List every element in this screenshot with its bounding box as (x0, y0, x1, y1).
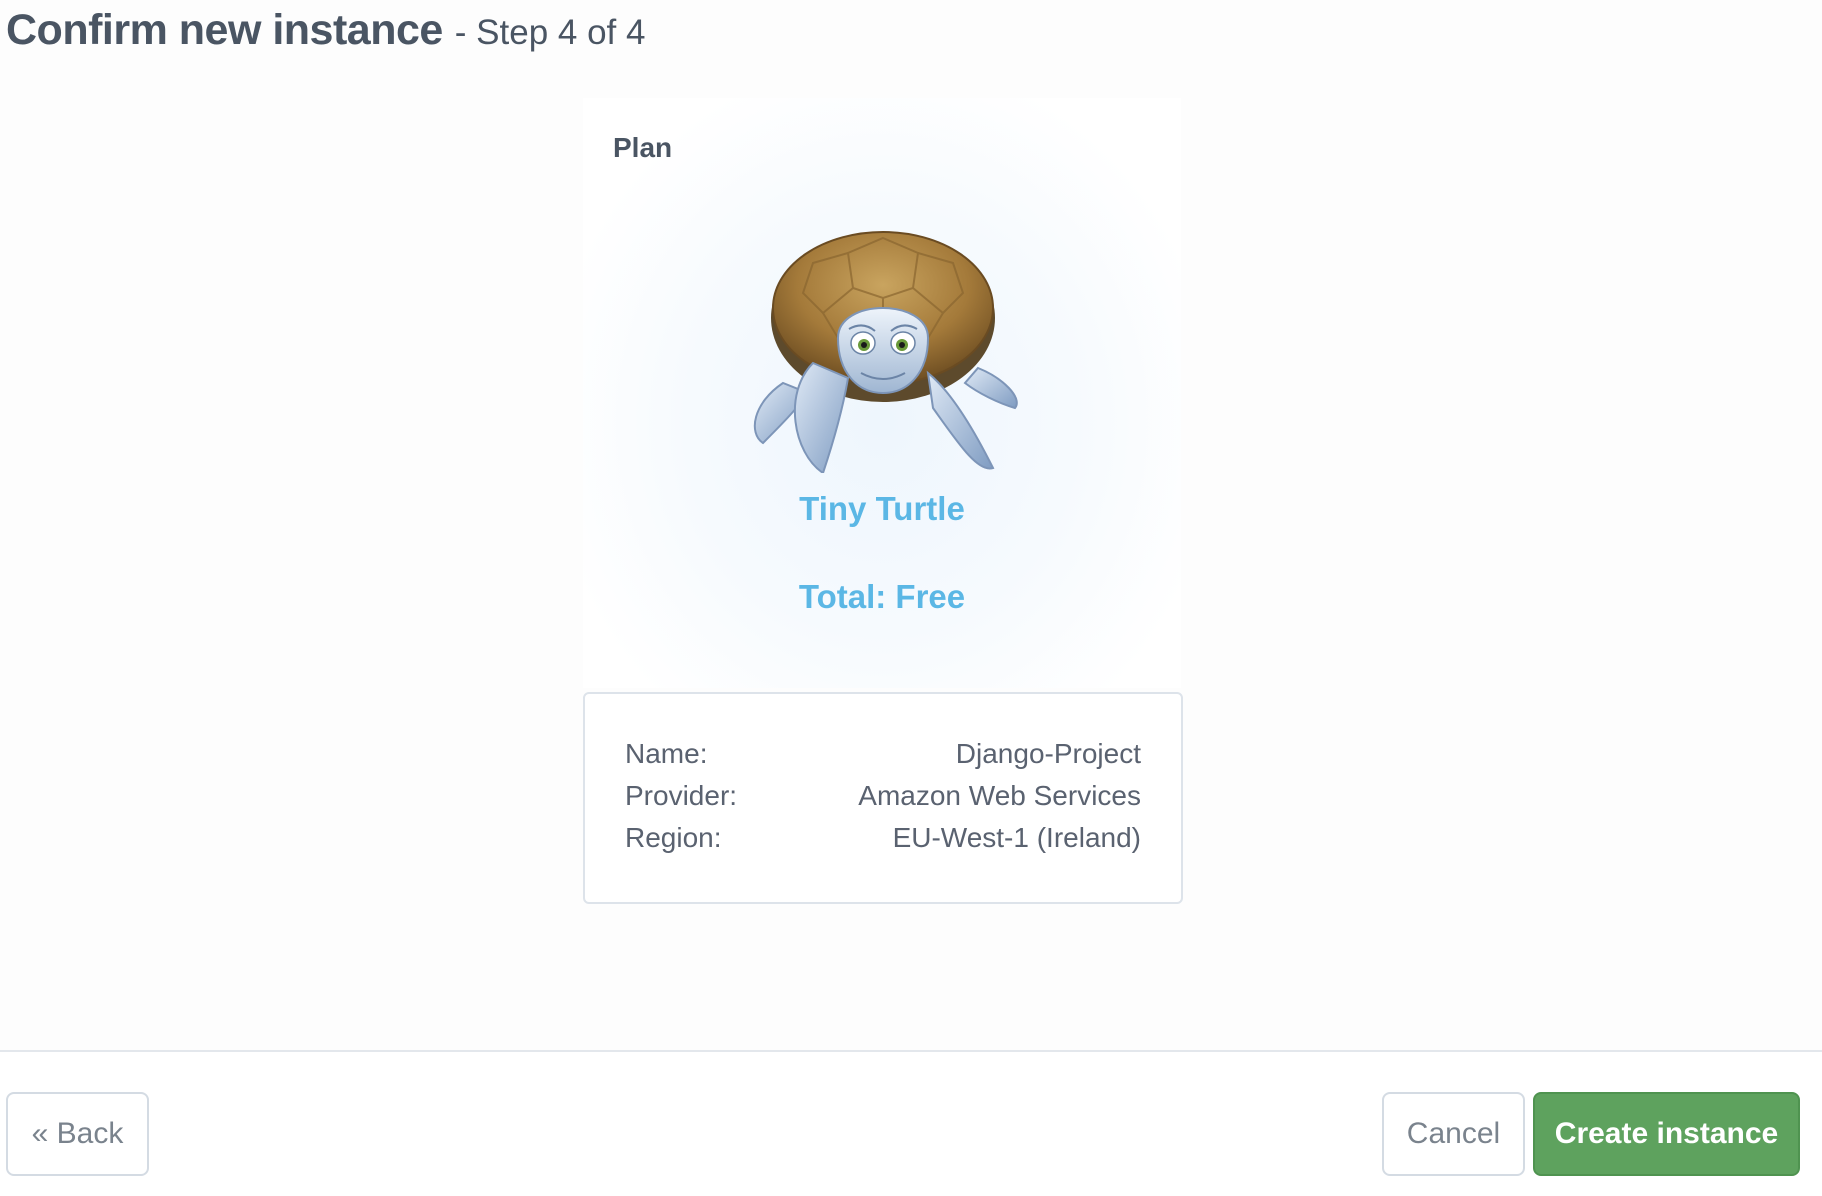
plan-card: Plan Tiny Turtle Total: Free (583, 98, 1181, 688)
detail-label: Region: (625, 822, 722, 853)
detail-label: Provider: (625, 780, 738, 811)
plan-label: Plan (613, 132, 673, 163)
detail-label: Name: (625, 738, 708, 769)
detail-row-region: Region: EU-West-1 (Ireland) (625, 822, 1141, 854)
detail-value: EU-West-1 (Ireland) (892, 822, 1141, 853)
turtle-icon (753, 231, 1018, 475)
detail-value: Django-Project (955, 738, 1141, 769)
detail-row-name: Name: Django-Project (625, 738, 1141, 770)
detail-row-provider: Provider: Amazon Web Services (625, 780, 1141, 812)
cancel-button[interactable]: Cancel (1382, 1092, 1525, 1176)
plan-total: Total: Free (798, 578, 966, 615)
back-button[interactable]: « Back (6, 1092, 149, 1176)
page-title: Confirm new instance (6, 6, 443, 54)
detail-value: Amazon Web Services (858, 780, 1141, 811)
content-area: Confirm new instance - Step 4 of 4 Plan (0, 0, 1822, 1050)
create-instance-button[interactable]: Create instance (1533, 1092, 1800, 1176)
page: Confirm new instance - Step 4 of 4 Plan (0, 0, 1822, 1196)
footer-divider (0, 1050, 1822, 1052)
step-indicator: - Step 4 of 4 (454, 13, 646, 52)
instance-details: Name: Django-Project Provider: Amazon We… (583, 692, 1183, 904)
page-header: Confirm new instance - Step 4 of 4 (6, 6, 645, 55)
plan-name: Tiny Turtle (799, 490, 965, 527)
turtle-illustration (743, 193, 1023, 475)
